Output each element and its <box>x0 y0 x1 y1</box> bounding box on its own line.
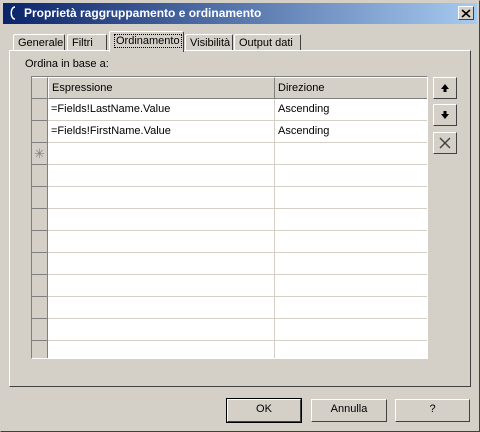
tab-generale[interactable]: Generale <box>13 34 65 51</box>
direction-cell[interactable]: Ascending <box>275 99 427 121</box>
direction-cell <box>275 253 427 275</box>
expression-cell[interactable] <box>48 143 275 165</box>
move-down-button[interactable] <box>433 104 457 126</box>
expression-cell[interactable]: =Fields!LastName.Value <box>48 99 275 121</box>
direction-cell[interactable]: Ascending <box>275 121 427 143</box>
expression-cell <box>48 231 275 253</box>
app-icon <box>6 6 20 20</box>
window-title: Proprietà raggruppamento e ordinamento <box>24 6 262 20</box>
expression-cell[interactable]: =Fields!FirstName.Value <box>48 121 275 143</box>
row-header <box>32 231 48 253</box>
empty-row <box>32 187 427 209</box>
expression-cell <box>48 187 275 209</box>
expression-cell <box>48 319 275 341</box>
expression-cell <box>48 275 275 297</box>
row-header <box>32 165 48 187</box>
move-up-button[interactable] <box>433 77 457 99</box>
row-header <box>32 187 48 209</box>
direction-cell <box>275 231 427 253</box>
direction-cell <box>275 187 427 209</box>
sort-section-label: Ordina in base a: <box>25 58 109 70</box>
empty-row <box>32 275 427 297</box>
ok-button[interactable]: OK <box>226 398 302 423</box>
delete-button[interactable] <box>433 132 457 154</box>
tab-ordinamento[interactable]: Ordinamento <box>109 31 184 52</box>
tab-visibilita[interactable]: Visibilità <box>185 34 233 51</box>
expression-cell <box>48 209 275 231</box>
direction-cell <box>275 275 427 297</box>
row-header <box>32 275 48 297</box>
direction-cell <box>275 319 427 341</box>
empty-row <box>32 231 427 253</box>
tab-label: Ordinamento <box>114 34 182 48</box>
grid-corner <box>32 77 48 99</box>
table-row[interactable]: =Fields!FirstName.Value Ascending <box>32 121 427 143</box>
expression-cell <box>48 165 275 187</box>
row-header <box>32 253 48 275</box>
help-button[interactable]: ? <box>395 399 470 422</box>
direction-cell <box>275 297 427 319</box>
tab-filtri[interactable]: Filtri <box>67 34 107 51</box>
tab-label: Output dati <box>239 37 293 49</box>
expression-cell <box>48 297 275 319</box>
empty-row <box>32 209 427 231</box>
empty-row <box>32 319 427 341</box>
arrow-down-icon <box>441 111 449 119</box>
new-row[interactable]: ✳ <box>32 143 427 165</box>
direction-cell <box>275 341 427 358</box>
title-bar[interactable]: Proprietà raggruppamento e ordinamento <box>3 3 477 24</box>
expression-cell <box>48 341 275 358</box>
close-button[interactable] <box>458 6 474 20</box>
empty-row <box>32 297 427 319</box>
grid-header-row: Espressione Direzione <box>32 77 427 99</box>
empty-row <box>32 253 427 275</box>
direction-cell <box>275 165 427 187</box>
close-icon <box>461 8 471 18</box>
tab-label: Filtri <box>72 37 93 49</box>
empty-row <box>32 341 427 358</box>
arrow-up-icon <box>441 84 449 92</box>
row-header <box>32 319 48 341</box>
dialog-window: Proprietà raggruppamento e ordinamento G… <box>0 0 480 432</box>
cancel-button[interactable]: Annulla <box>311 399 387 422</box>
column-header-espressione[interactable]: Espressione <box>48 77 275 99</box>
sort-grid[interactable]: Espressione Direzione =Fields!LastName.V… <box>31 76 428 359</box>
row-header[interactable] <box>32 99 48 121</box>
tab-label: Visibilità <box>190 37 231 49</box>
direction-cell <box>275 209 427 231</box>
tab-output-dati[interactable]: Output dati <box>234 34 301 51</box>
empty-row <box>32 165 427 187</box>
expression-cell <box>48 253 275 275</box>
tab-label: Generale <box>18 37 64 49</box>
column-header-direzione[interactable]: Direzione <box>275 77 427 99</box>
row-header <box>32 209 48 231</box>
row-header[interactable] <box>32 121 48 143</box>
new-row-icon: ✳ <box>32 143 48 165</box>
table-row[interactable]: =Fields!LastName.Value Ascending <box>32 99 427 121</box>
row-header <box>32 341 48 358</box>
direction-cell[interactable] <box>275 143 427 165</box>
row-header <box>32 297 48 319</box>
delete-x-icon <box>439 137 451 149</box>
